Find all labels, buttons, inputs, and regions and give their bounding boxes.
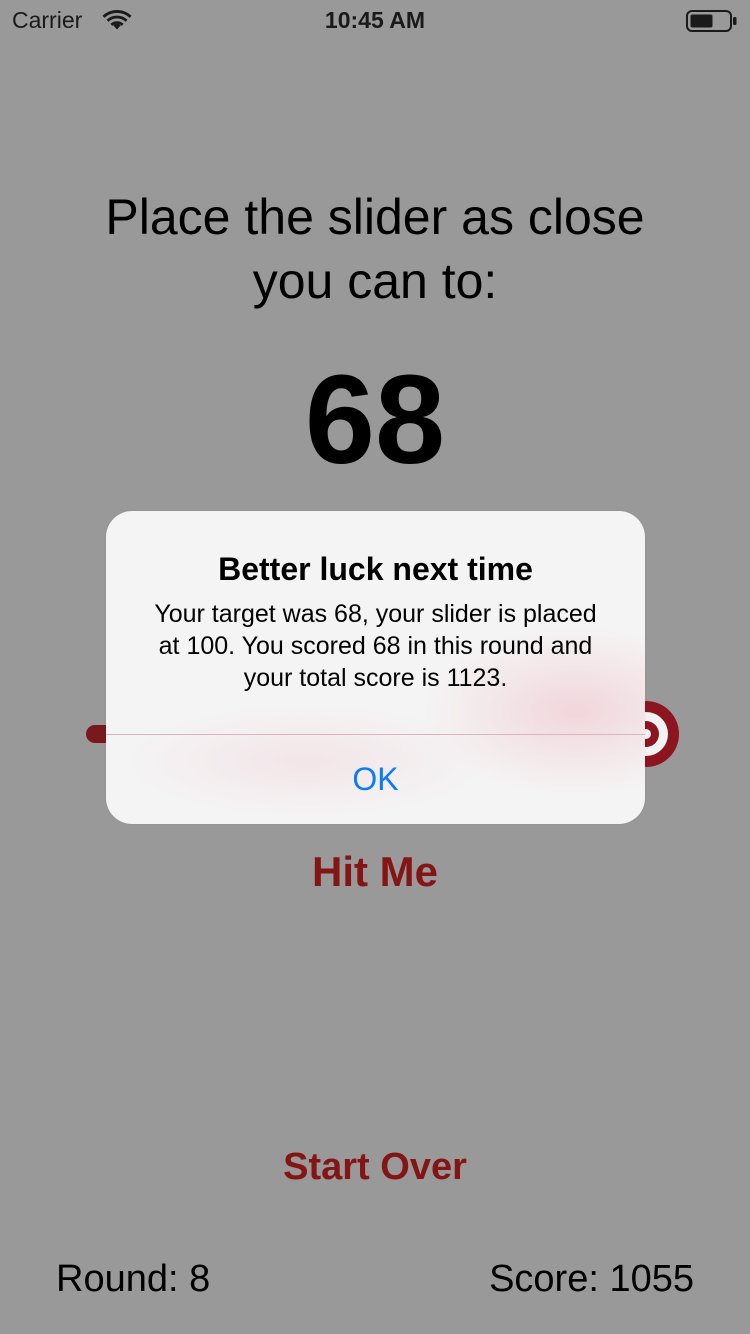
clock: 10:45 AM <box>324 7 426 33</box>
target-value: 68 <box>304 349 446 490</box>
instruction-line-2: you can to: <box>252 253 498 309</box>
hit-me-button[interactable]: Hit Me <box>0 848 750 896</box>
status-bar: Carrier 10:45 AM <box>0 0 750 40</box>
round-label: Round: 8 <box>56 1258 211 1300</box>
alert-message: Your target was 68, your slider is place… <box>154 600 597 692</box>
instruction-text: Place the slider as close you can to: <box>0 185 750 313</box>
ok-button[interactable]: OK <box>106 735 645 824</box>
result-alert: Better luck next time Your target was 68… <box>106 511 645 824</box>
instruction-line-1: Place the slider as close <box>105 189 645 245</box>
battery-icon <box>686 10 737 32</box>
start-over-button[interactable]: Start Over <box>0 1146 750 1189</box>
alert-title: Better luck next time <box>218 551 533 587</box>
score-label: Score: 1055 <box>489 1258 694 1300</box>
